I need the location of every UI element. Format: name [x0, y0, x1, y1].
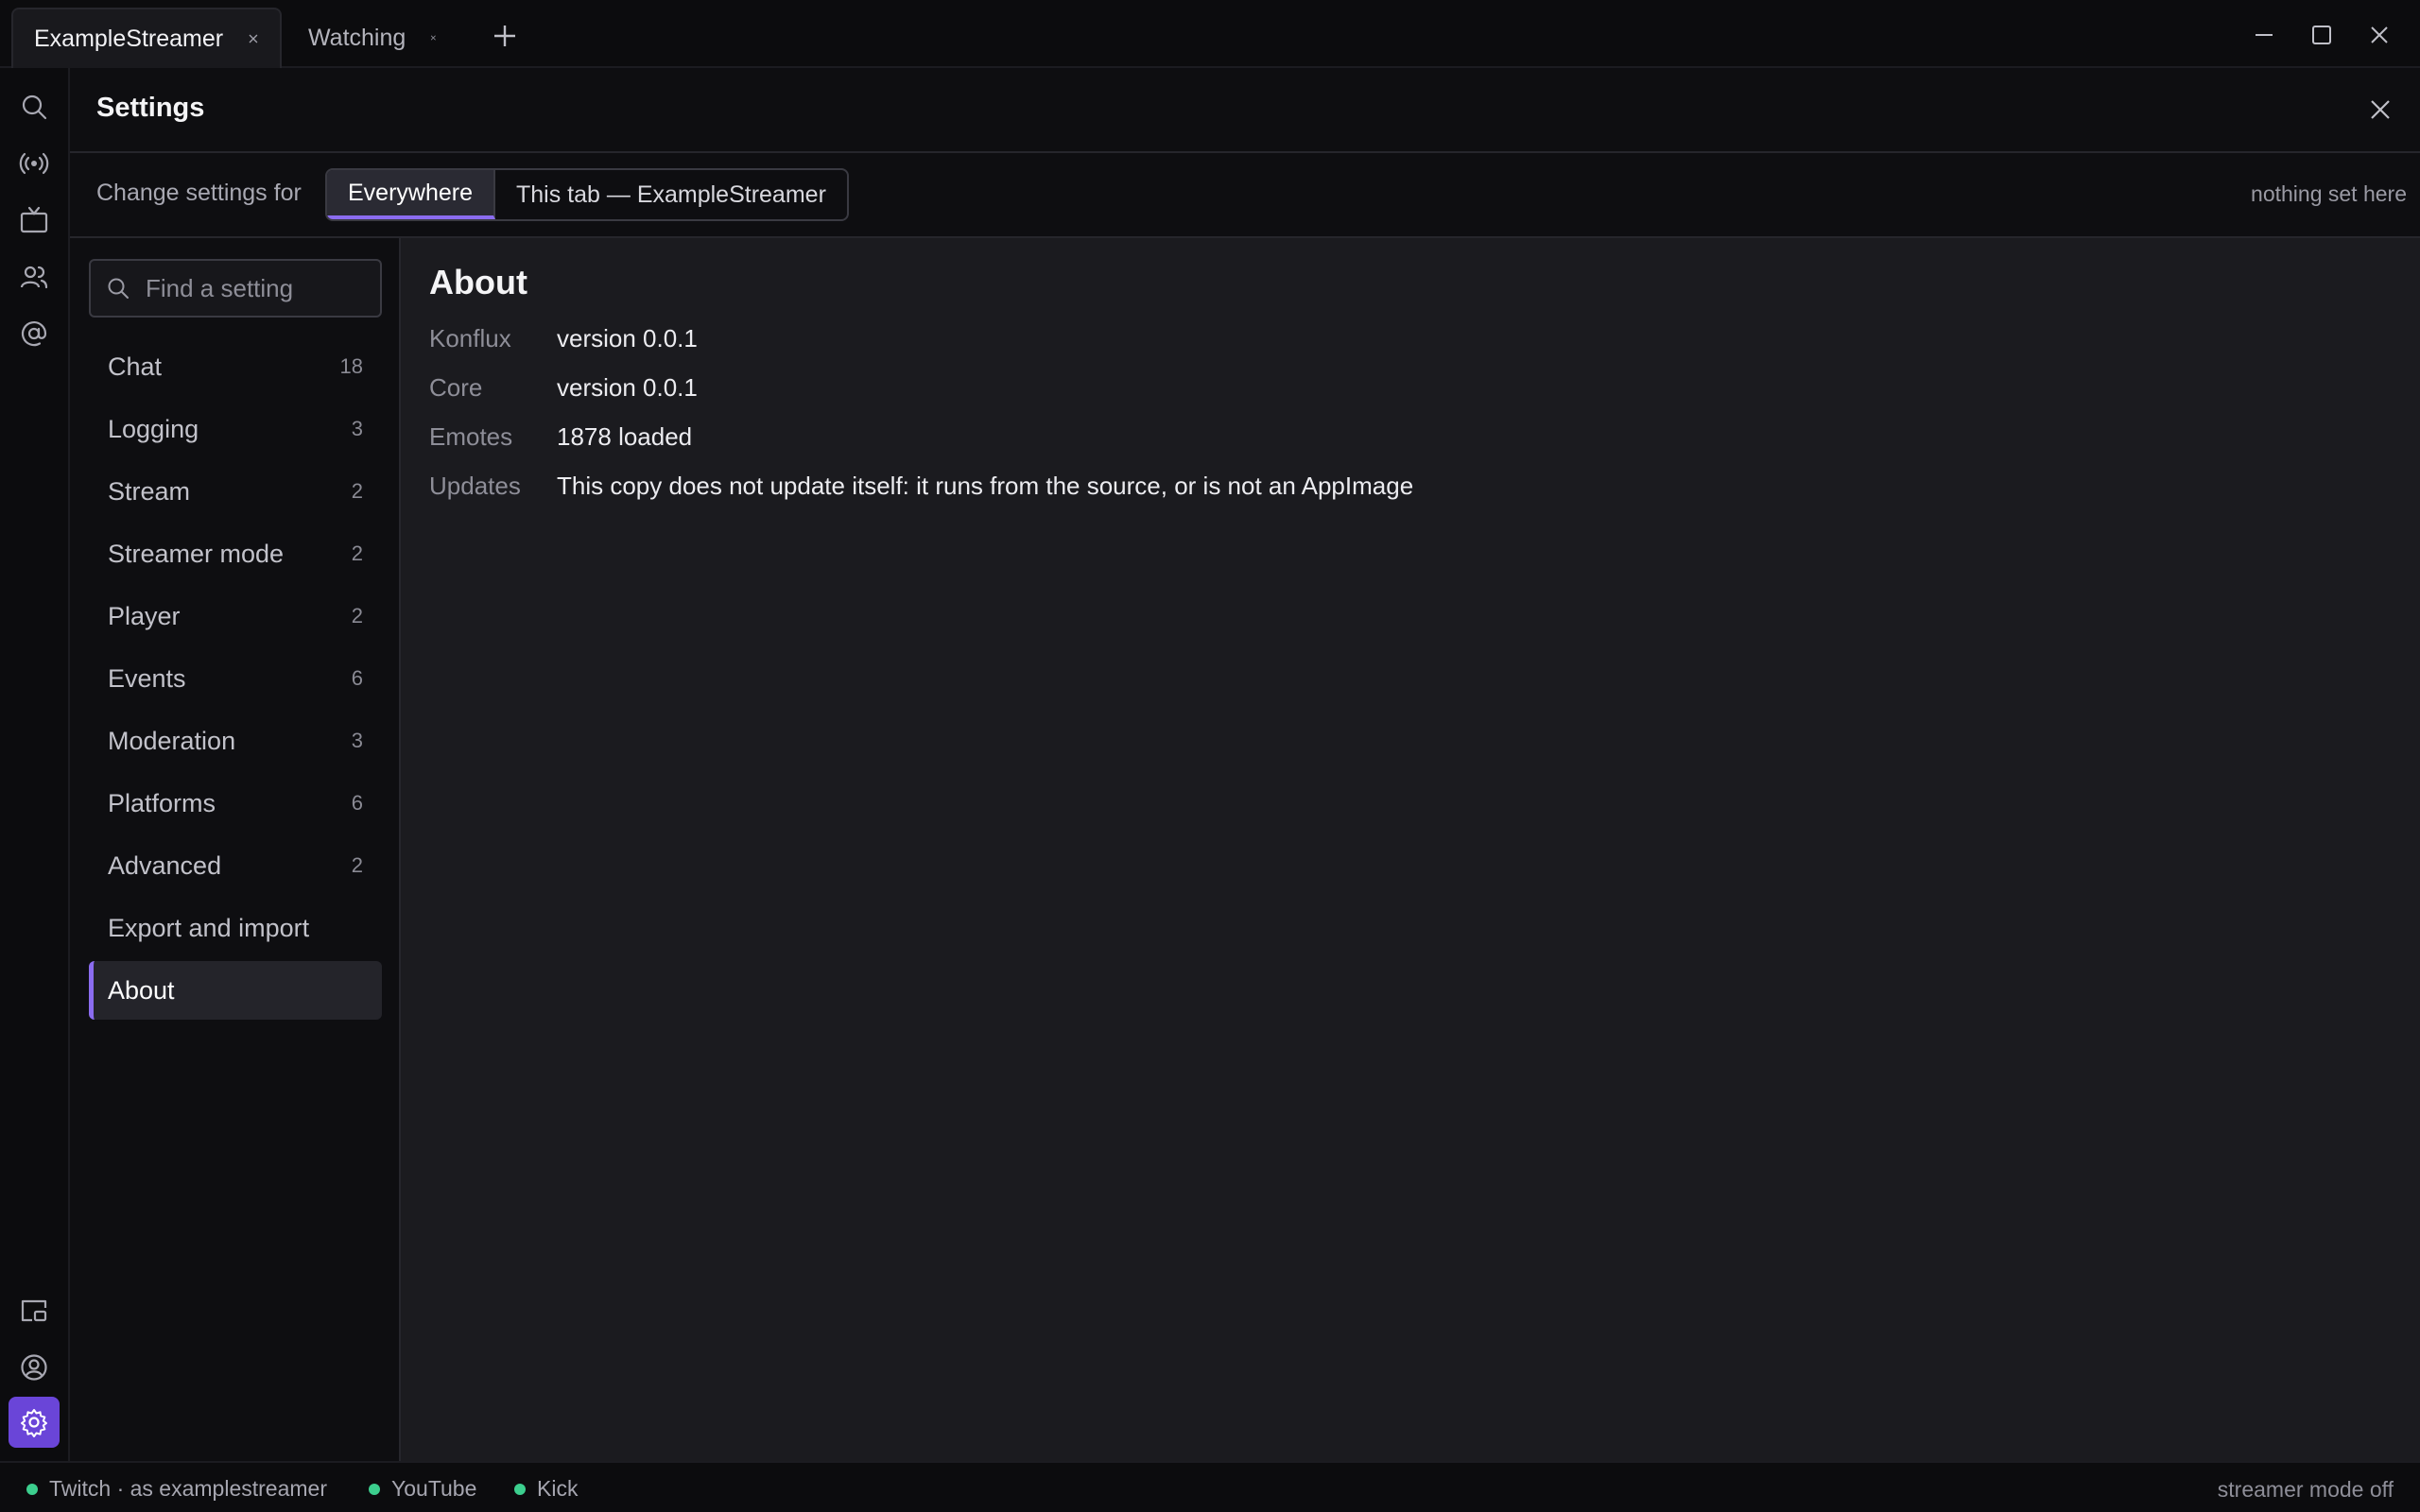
- platform-status-youtube[interactable]: YouTube: [369, 1476, 476, 1502]
- info-key: Core: [429, 372, 483, 402]
- nav-item-label: Platforms: [108, 788, 216, 817]
- left-rail: [0, 68, 70, 1461]
- settings-search-input[interactable]: [146, 273, 372, 303]
- rail-account-button[interactable]: [14, 1348, 54, 1387]
- rail-search-button[interactable]: [14, 87, 54, 127]
- nav-item-label: Logging: [108, 414, 199, 443]
- info-row-updates: Updates This copy does not update itself…: [429, 467, 1413, 505]
- search-icon: [108, 278, 129, 299]
- online-dot: [514, 1483, 526, 1495]
- platform-status-kick[interactable]: Kick: [514, 1476, 578, 1502]
- status-bar: Twitch · as examplestreamer YouTube Kick…: [0, 1461, 2420, 1512]
- online-dot: [26, 1483, 38, 1495]
- popout-window-icon: [21, 1299, 47, 1322]
- nav-item-count: 2: [351, 479, 363, 503]
- nav-item-count: 3: [351, 729, 363, 752]
- info-value: This copy does not update itself: it run…: [557, 471, 1414, 500]
- info-value: version 0.0.1: [557, 323, 698, 352]
- broadcast-icon: [19, 152, 49, 175]
- nav-item-advanced[interactable]: Advanced 2: [89, 836, 382, 895]
- nav-item-platforms[interactable]: Platforms 6: [89, 774, 382, 833]
- nav-item-about[interactable]: About: [89, 961, 382, 1020]
- close-icon[interactable]: [248, 30, 259, 47]
- settings-nav: Chat 18 Logging 3 Stream 2 Streamer mode…: [70, 238, 401, 1461]
- at-sign-icon: [21, 321, 47, 347]
- close-icon[interactable]: [2367, 96, 2394, 123]
- platform-label: Kick: [537, 1476, 579, 1501]
- settings-content: About Konflux version 0.0.1 Core version…: [401, 238, 2420, 1461]
- info-row-emotes: Emotes 1878 loaded: [429, 418, 692, 455]
- nav-item-player[interactable]: Player 2: [89, 587, 382, 645]
- scope-everywhere-button[interactable]: Everywhere: [327, 170, 495, 219]
- nav-item-label: Advanced: [108, 850, 222, 880]
- rail-popout-button[interactable]: [14, 1291, 54, 1331]
- section-title: About: [429, 263, 527, 301]
- nav-item-streamer-mode[interactable]: Streamer mode 2: [89, 524, 382, 583]
- nav-item-count: 6: [351, 791, 363, 815]
- tab-examplestreamer[interactable]: ExampleStreamer: [11, 8, 282, 68]
- scope-this-tab-button[interactable]: This tab — ExampleStreamer: [495, 170, 847, 219]
- settings-title: Settings: [96, 93, 205, 123]
- nav-item-label: Export and import: [108, 913, 310, 942]
- platform-label: Twitch · as examplestreamer: [49, 1476, 327, 1501]
- settings-header: Settings: [70, 68, 2420, 153]
- nav-item-count: 2: [351, 541, 363, 565]
- scope-label: Change settings for: [96, 180, 302, 206]
- nav-item-count: 3: [351, 417, 363, 440]
- scope-status: nothing set here: [2251, 181, 2407, 206]
- tv-icon: [20, 206, 48, 233]
- maximize-icon[interactable]: [2309, 23, 2334, 47]
- rail-users-button[interactable]: [14, 257, 54, 297]
- gear-icon: [21, 1409, 47, 1437]
- minimize-icon[interactable]: [2252, 23, 2276, 47]
- nav-item-export-import[interactable]: Export and import: [89, 899, 382, 957]
- settings-search: [89, 259, 382, 318]
- nav-item-count: 6: [351, 666, 363, 690]
- nav-item-count: 2: [351, 604, 363, 627]
- close-icon[interactable]: [430, 29, 437, 46]
- nav-item-count: 2: [351, 853, 363, 877]
- info-value: 1878 loaded: [557, 421, 693, 451]
- nav-item-label: About: [108, 975, 175, 1005]
- nav-item-moderation[interactable]: Moderation 3: [89, 712, 382, 770]
- scope-selector: Everywhere This tab — ExampleStreamer: [325, 168, 849, 221]
- nav-item-label: Stream: [108, 476, 191, 506]
- title-bar: ExampleStreamer Watching: [0, 0, 2420, 68]
- tab-watching[interactable]: Watching: [287, 8, 458, 68]
- account-icon: [21, 1354, 47, 1381]
- nav-item-count: 18: [339, 354, 363, 378]
- info-row-konflux: Konflux version 0.0.1: [429, 319, 698, 357]
- info-value: version 0.0.1: [557, 372, 698, 402]
- nav-item-label: Events: [108, 663, 186, 693]
- users-icon: [20, 266, 48, 289]
- tab-label: Watching: [308, 24, 406, 51]
- info-key: Emotes: [429, 421, 513, 451]
- rail-live-button[interactable]: [14, 144, 54, 183]
- rail-settings-button[interactable]: [9, 1397, 60, 1448]
- rail-mentions-button[interactable]: [14, 314, 54, 353]
- nav-item-events[interactable]: Events 6: [89, 649, 382, 708]
- online-dot: [369, 1483, 380, 1495]
- nav-item-label: Chat: [108, 352, 163, 381]
- info-row-core: Core version 0.0.1: [429, 369, 698, 406]
- platform-label: YouTube: [391, 1476, 477, 1501]
- nav-item-logging[interactable]: Logging 3: [89, 400, 382, 458]
- nav-item-label: Moderation: [108, 726, 236, 755]
- nav-item-stream[interactable]: Stream 2: [89, 462, 382, 521]
- platform-status-twitch[interactable]: Twitch · as examplestreamer: [26, 1476, 327, 1502]
- tab-label: ExampleStreamer: [34, 25, 224, 52]
- nav-item-chat[interactable]: Chat 18: [89, 337, 382, 396]
- streamer-mode-status[interactable]: streamer mode off: [2218, 1477, 2394, 1503]
- nav-item-label: Streamer mode: [108, 539, 285, 568]
- plus-icon[interactable]: [492, 23, 518, 49]
- search-icon: [22, 94, 47, 120]
- rail-tv-button[interactable]: [14, 200, 54, 240]
- nav-item-label: Player: [108, 601, 181, 630]
- close-window-icon[interactable]: [2367, 23, 2392, 47]
- info-key: Konflux: [429, 323, 511, 352]
- settings-scope-row: Change settings for Everywhere This tab …: [70, 153, 2420, 238]
- info-key: Updates: [429, 471, 521, 500]
